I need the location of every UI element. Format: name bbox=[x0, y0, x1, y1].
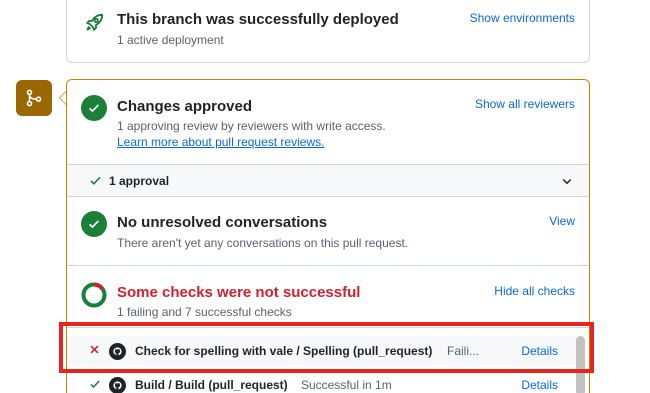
rocket-icon bbox=[83, 12, 105, 39]
deployment-card: This branch was successfully deployed 1 … bbox=[66, 0, 590, 63]
git-merge-icon bbox=[16, 80, 52, 116]
check-state: Faili... bbox=[447, 344, 480, 358]
approval-title: Changes approved bbox=[117, 98, 253, 115]
check-state: Successful in 1m bbox=[301, 378, 392, 392]
merge-status-card: Changes approved Show all reviewers 1 ap… bbox=[66, 79, 590, 393]
checkmark-icon bbox=[89, 378, 101, 393]
github-logo-icon bbox=[109, 343, 126, 360]
x-icon bbox=[89, 343, 100, 358]
show-all-reviewers-link[interactable]: Show all reviewers bbox=[475, 97, 575, 111]
scrollbar-thumb[interactable] bbox=[576, 336, 585, 393]
view-conversations-link[interactable]: View bbox=[549, 214, 575, 228]
timeline-pointer-inner bbox=[60, 92, 66, 104]
partial-status-ring-icon bbox=[81, 282, 107, 308]
checks-title: Some checks were not successful bbox=[117, 284, 361, 301]
deployment-title: This branch was successfully deployed bbox=[117, 11, 399, 28]
learn-more-link[interactable]: Learn more about pull request reviews. bbox=[117, 135, 324, 149]
check-details-link[interactable]: Details bbox=[521, 378, 558, 392]
conversations-title: No unresolved conversations bbox=[117, 214, 328, 231]
approval-count: 1 approval bbox=[109, 174, 170, 188]
show-environments-link[interactable]: Show environments bbox=[470, 11, 575, 25]
checks-summary: 1 failing and 7 successful checks bbox=[117, 305, 292, 319]
check-name: Check for spelling with vale / Spelling … bbox=[135, 344, 433, 358]
hide-all-checks-link[interactable]: Hide all checks bbox=[494, 284, 575, 298]
chevron-down-icon bbox=[561, 174, 573, 192]
approval-desc: 1 approving review by reviewers with wri… bbox=[117, 119, 386, 133]
check-circle-icon bbox=[81, 211, 107, 237]
check-circle-icon bbox=[81, 95, 107, 121]
checkmark-icon bbox=[89, 174, 102, 192]
divider bbox=[67, 327, 589, 328]
conversations-desc: There aren't yet any conversations on th… bbox=[117, 236, 409, 250]
check-details-link[interactable]: Details bbox=[521, 344, 558, 358]
divider bbox=[67, 265, 589, 266]
check-name: Build / Build (pull_request) bbox=[135, 378, 288, 392]
deployment-subtitle: 1 active deployment bbox=[117, 33, 224, 47]
approvals-toggle[interactable]: 1 approval bbox=[67, 164, 589, 197]
check-row: Check for spelling with vale / Spelling … bbox=[67, 336, 576, 366]
check-row: Build / Build (pull_request) Successful … bbox=[67, 370, 576, 393]
github-logo-icon bbox=[109, 377, 126, 393]
